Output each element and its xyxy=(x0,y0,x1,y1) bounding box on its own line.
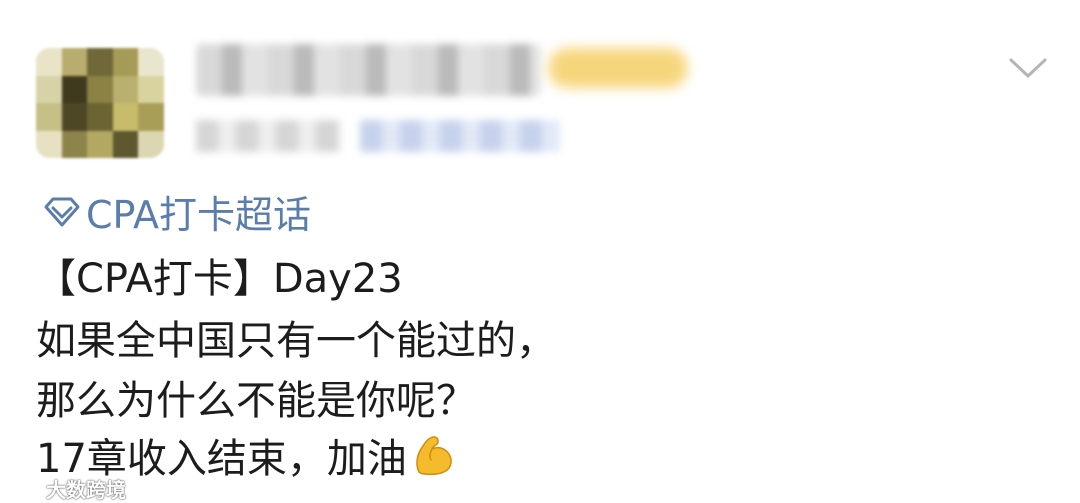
supertopic-link[interactable]: CPA打卡超话 xyxy=(42,190,311,240)
avatar[interactable] xyxy=(36,48,164,158)
vip-badge-blurred xyxy=(548,48,688,88)
watermark-logo-icon xyxy=(8,475,42,502)
post-text-line: 如果全中国只有一个能过的， xyxy=(36,318,556,364)
watermark: 大数跨境 xyxy=(8,474,126,503)
post-source-blurred xyxy=(360,120,560,152)
username-blurred[interactable] xyxy=(196,44,541,96)
supertopic-diamond-icon xyxy=(42,190,82,240)
chevron-down-icon[interactable] xyxy=(1008,56,1048,80)
flexed-biceps-emoji xyxy=(411,432,457,492)
supertopic-label: CPA打卡超话 xyxy=(86,193,312,237)
post-time-blurred xyxy=(196,120,341,152)
post-text-line: 【CPA打卡】Day23 xyxy=(36,256,403,302)
watermark-text: 大数跨境 xyxy=(46,478,126,502)
post-text-line: 那么为什么不能是你呢？ xyxy=(36,378,476,424)
